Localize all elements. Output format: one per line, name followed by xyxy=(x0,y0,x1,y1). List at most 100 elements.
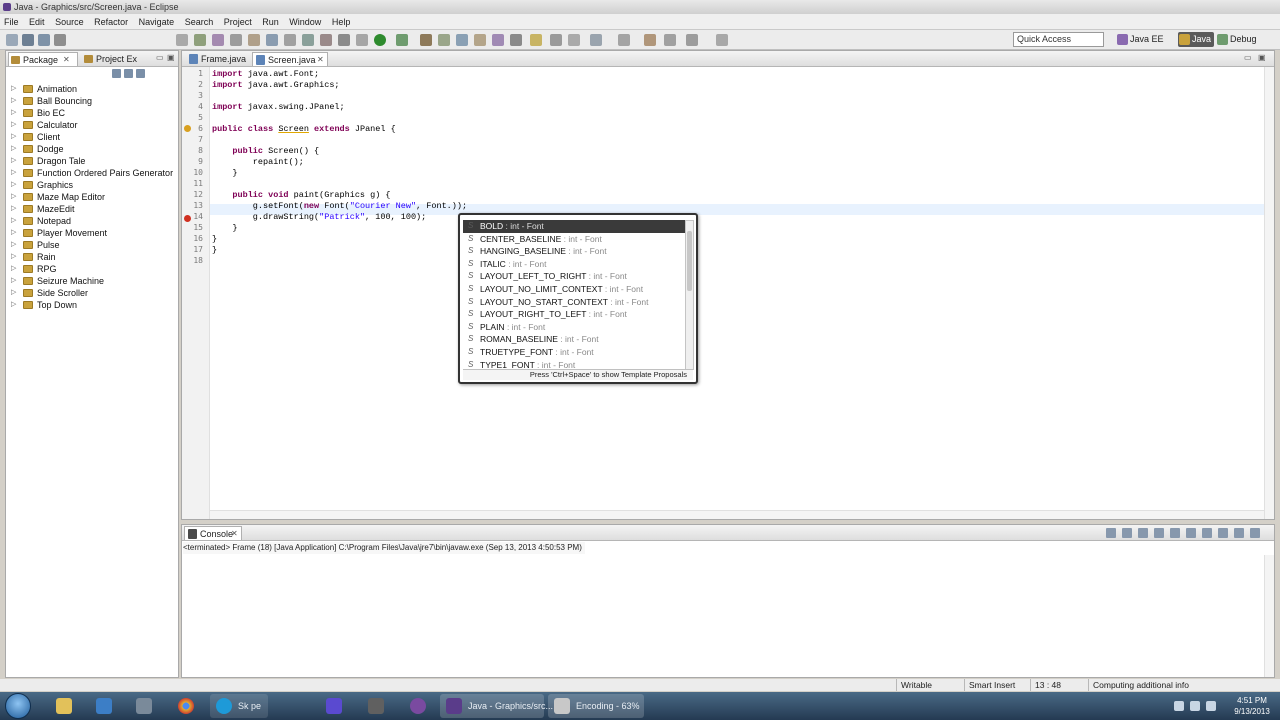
expand-icon[interactable]: ▷ xyxy=(11,83,16,95)
minimize-icon[interactable]: ▭ xyxy=(156,53,164,62)
toolbar-tool-icon[interactable] xyxy=(568,34,580,46)
toolbar-tool-icon[interactable] xyxy=(438,34,450,46)
toolbar-tool-icon[interactable] xyxy=(338,34,350,46)
expand-icon[interactable]: ▷ xyxy=(11,191,16,203)
link-editor-icon[interactable] xyxy=(124,69,133,78)
maximize-icon[interactable]: ▣ xyxy=(167,53,175,62)
toolbar-tool-icon[interactable] xyxy=(356,34,368,46)
toolbar-tool-icon[interactable] xyxy=(716,34,728,46)
toolbar-tool-icon[interactable] xyxy=(284,34,296,46)
expand-icon[interactable]: ▷ xyxy=(11,239,16,251)
error-marker-icon[interactable] xyxy=(184,215,191,222)
proposal-item[interactable]: S LAYOUT_NO_START_CONTEXT : int - Font xyxy=(463,296,685,309)
menu-refactor[interactable]: Refactor xyxy=(90,14,132,30)
project-item[interactable]: ▷ Animation xyxy=(6,83,178,95)
toolbar-tool-icon[interactable] xyxy=(492,34,504,46)
save-all-icon[interactable] xyxy=(38,34,50,46)
tab-package-explorer[interactable]: Package ✕ xyxy=(8,52,78,66)
close-icon[interactable]: ✕ xyxy=(231,527,238,541)
expand-icon[interactable]: ▷ xyxy=(11,107,16,119)
scroll-lock-icon[interactable] xyxy=(1170,528,1180,538)
open-console-icon[interactable] xyxy=(1218,528,1228,538)
taskbar-skype[interactable]: Sk pe xyxy=(210,694,268,718)
project-item[interactable]: ▷ Client xyxy=(6,131,178,143)
display-console-icon[interactable] xyxy=(1202,528,1212,538)
start-button[interactable] xyxy=(5,693,31,719)
proposal-item[interactable]: S LAYOUT_RIGHT_TO_LEFT : int - Font xyxy=(463,308,685,321)
toolbar-tool-icon[interactable] xyxy=(590,34,602,46)
pin-console-icon[interactable] xyxy=(1186,528,1196,538)
taskbar-app[interactable] xyxy=(320,694,348,718)
taskbar-eclipse[interactable]: Java - Graphics/src... xyxy=(440,694,553,718)
project-item[interactable]: ▷ Dodge xyxy=(6,143,178,155)
proposal-item[interactable]: S ROMAN_BASELINE : int - Font xyxy=(463,333,685,346)
perspective-java[interactable]: Java xyxy=(1178,32,1215,47)
toolbar-tool-icon[interactable] xyxy=(456,34,468,46)
toolbar-tool-icon[interactable] xyxy=(248,34,260,46)
project-item[interactable]: ▷ Side Scroller xyxy=(6,287,178,299)
terminate-icon[interactable] xyxy=(1106,528,1116,538)
project-item[interactable]: ▷ RPG xyxy=(6,263,178,275)
project-item[interactable]: ▷ Graphics xyxy=(6,179,178,191)
taskbar-explorer[interactable] xyxy=(50,694,78,718)
project-item[interactable]: ▷ Top Down xyxy=(6,299,178,311)
taskbar-app[interactable] xyxy=(362,694,390,718)
toolbar-tool-icon[interactable] xyxy=(176,34,188,46)
tray-icon[interactable] xyxy=(1190,701,1200,711)
project-item[interactable]: ▷ Bio EC xyxy=(6,107,178,119)
scrollbar-thumb[interactable] xyxy=(687,231,692,291)
toolbar-tool-icon[interactable] xyxy=(266,34,278,46)
menu-source[interactable]: Source xyxy=(51,14,88,30)
taskbar-chrome[interactable] xyxy=(172,694,200,718)
project-item[interactable]: ▷ Pulse xyxy=(6,239,178,251)
tab-console[interactable]: Console ✕ xyxy=(184,526,242,540)
expand-icon[interactable]: ▷ xyxy=(11,299,16,311)
toolbar-tool-icon[interactable] xyxy=(530,34,542,46)
toolbar-tool-icon[interactable] xyxy=(194,34,206,46)
taskbar-app[interactable] xyxy=(404,694,432,718)
view-menu-icon[interactable] xyxy=(136,69,145,78)
run-icon[interactable] xyxy=(374,34,386,46)
taskbar-app[interactable] xyxy=(130,694,158,718)
tab-project-explorer[interactable]: Project Ex xyxy=(82,52,152,66)
expand-icon[interactable]: ▷ xyxy=(11,95,16,107)
perspective-debug[interactable]: Debug xyxy=(1216,32,1257,47)
tab-frame-java[interactable]: Frame.java xyxy=(186,52,246,66)
menu-navigate[interactable]: Navigate xyxy=(135,14,179,30)
minimize-icon[interactable]: ▭ xyxy=(1244,53,1252,62)
expand-icon[interactable]: ▷ xyxy=(11,179,16,191)
close-icon[interactable]: ✕ xyxy=(317,53,324,67)
proposal-item[interactable]: S LAYOUT_NO_LIMIT_CONTEXT : int - Font xyxy=(463,283,685,296)
maximize-icon[interactable] xyxy=(1250,528,1260,538)
close-icon[interactable]: ✕ xyxy=(63,53,70,67)
proposal-item[interactable]: S CENTER_BASELINE : int - Font xyxy=(463,233,685,246)
toolbar-tool-icon[interactable] xyxy=(550,34,562,46)
project-item[interactable]: ▷ Rain xyxy=(6,251,178,263)
editor-vertical-scrollbar[interactable] xyxy=(1264,67,1274,519)
menu-window[interactable]: Window xyxy=(285,14,325,30)
toolbar-tool-icon[interactable] xyxy=(474,34,486,46)
expand-icon[interactable]: ▷ xyxy=(11,143,16,155)
proposal-item[interactable]: S PLAIN : int - Font xyxy=(463,321,685,334)
proposal-scrollbar[interactable] xyxy=(685,220,694,370)
volume-icon[interactable] xyxy=(1206,701,1216,711)
project-item[interactable]: ▷ Function Ordered Pairs Generator xyxy=(6,167,178,179)
maximize-icon[interactable]: ▣ xyxy=(1258,53,1266,62)
menu-help[interactable]: Help xyxy=(328,14,355,30)
expand-icon[interactable]: ▷ xyxy=(11,167,16,179)
perspective-java-ee[interactable]: Java EE xyxy=(1116,32,1164,47)
toolbar-tool-icon[interactable] xyxy=(320,34,332,46)
toolbar-tool-icon[interactable] xyxy=(212,34,224,46)
expand-icon[interactable]: ▷ xyxy=(11,263,16,275)
expand-icon[interactable]: ▷ xyxy=(11,155,16,167)
menu-search[interactable]: Search xyxy=(181,14,218,30)
toolbar-tool-icon[interactable] xyxy=(510,34,522,46)
project-item[interactable]: ▷ Dragon Tale xyxy=(6,155,178,167)
proposal-item[interactable]: S TRUETYPE_FONT : int - Font xyxy=(463,346,685,359)
menu-file[interactable]: File xyxy=(0,14,23,30)
print-icon[interactable] xyxy=(54,34,66,46)
expand-icon[interactable]: ▷ xyxy=(11,251,16,263)
toolbar-tool-icon[interactable] xyxy=(686,34,698,46)
project-item[interactable]: ▷ Calculator xyxy=(6,119,178,131)
new-icon[interactable] xyxy=(6,34,18,46)
